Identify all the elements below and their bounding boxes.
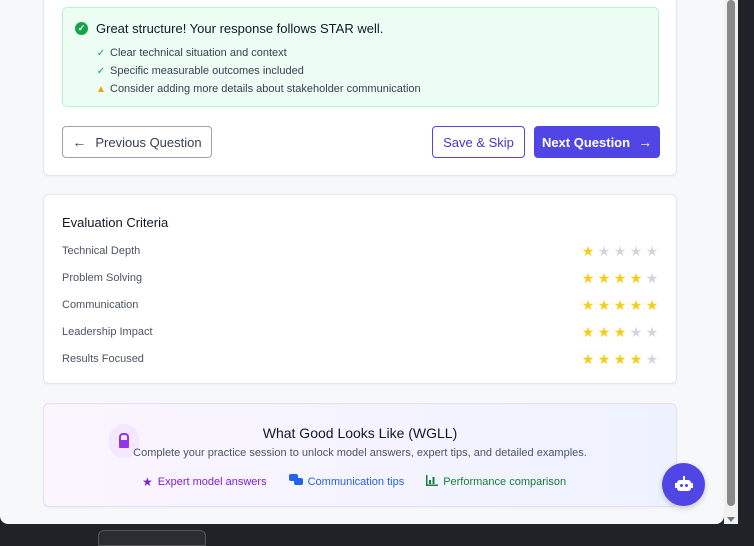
- criteria-label: Results Focused: [62, 353, 144, 365]
- feedback-item: ✓ Specific measurable outcomes included: [95, 62, 421, 80]
- evaluation-title: Evaluation Criteria: [62, 215, 169, 230]
- criteria-row: Communication ★ ★ ★ ★ ★: [62, 297, 660, 313]
- criteria-row: Leadership Impact ★ ★ ★ ★ ★: [62, 324, 660, 340]
- star-rating: ★ ★ ★ ★ ★: [580, 297, 660, 313]
- star-icon: ★: [645, 270, 659, 286]
- star-icon: ★: [613, 324, 627, 340]
- next-question-button[interactable]: Next Question →: [534, 126, 660, 158]
- star-icon: ★: [629, 270, 643, 286]
- feedback-card: ✓ Great structure! Your response follows…: [43, 0, 677, 176]
- criteria-row: Results Focused ★ ★ ★ ★ ★: [62, 351, 660, 367]
- feedback-panel: ✓ Great structure! Your response follows…: [62, 7, 659, 107]
- robot-icon: [674, 475, 693, 492]
- criteria-label: Communication: [62, 299, 139, 311]
- criteria-label: Leadership Impact: [62, 326, 153, 338]
- feedback-item-text: Consider adding more details about stake…: [110, 83, 421, 95]
- star-icon: ★: [645, 351, 659, 367]
- check-circle-icon: ✓: [75, 22, 88, 35]
- feedback-item: ▲ Consider adding more details about sta…: [95, 80, 421, 98]
- star-icon: ★: [613, 297, 627, 313]
- criteria-label: Problem Solving: [62, 272, 143, 284]
- feature-performance-comparison: Performance comparison: [426, 474, 566, 489]
- star-icon: ★: [581, 297, 595, 313]
- feedback-item: ✓ Clear technical situation and context: [95, 44, 421, 62]
- star-icon: ★: [645, 297, 659, 313]
- vertical-scrollbar[interactable]: [724, 0, 738, 524]
- feedback-item-text: Clear technical situation and context: [110, 47, 287, 59]
- feature-expert-answers: ★ Expert model answers: [142, 474, 267, 489]
- criteria-label: Technical Depth: [62, 245, 141, 257]
- star-icon: ★: [645, 324, 659, 340]
- star-icon: ★: [629, 324, 643, 340]
- previous-question-button[interactable]: ← Previous Question: [62, 126, 212, 158]
- feature-label: Performance comparison: [443, 475, 567, 488]
- evaluation-card: Evaluation Criteria Technical Depth ★ ★ ★ ★ ★…: [43, 194, 677, 384]
- star-icon: ★: [613, 351, 627, 367]
- scroll-down-arrow-icon[interactable]: [727, 517, 735, 522]
- feedback-title: Great structure! Your response follows S…: [96, 21, 384, 36]
- criteria-row: Technical Depth ★ ★ ★ ★ ★: [62, 243, 660, 259]
- page: ✓ Great structure! Your response follows…: [0, 0, 724, 524]
- star-icon: ★: [613, 270, 627, 286]
- feedback-header: ✓ Great structure! Your response follows…: [75, 21, 383, 36]
- arrow-left-icon: ←: [72, 134, 87, 150]
- star-icon: ★: [645, 243, 659, 259]
- star-icon: ★: [629, 243, 643, 259]
- star-icon: ★: [613, 243, 627, 259]
- arrow-right-icon: →: [638, 134, 653, 150]
- chat-bubbles-icon: [288, 474, 303, 489]
- bar-chart-icon: [426, 474, 439, 489]
- wgll-card: What Good Looks Like (WGLL) Complete you…: [43, 403, 677, 507]
- warning-icon: ▲: [96, 83, 106, 95]
- check-icon: ✓: [96, 47, 106, 59]
- feature-communication-tips: Communication tips: [288, 474, 405, 489]
- star-icon: ★: [581, 270, 595, 286]
- star-icon: ★: [581, 324, 595, 340]
- star-icon: ★: [597, 243, 611, 259]
- star-icon: ★: [629, 297, 643, 313]
- star-rating: ★ ★ ★ ★ ★: [580, 270, 660, 286]
- save-skip-label: Save & Skip: [443, 134, 514, 150]
- wgll-description: Complete your practice session to unlock…: [133, 447, 587, 459]
- star-icon: ★: [597, 297, 611, 313]
- wgll-features: ★ Expert model answers Communication tip…: [142, 474, 588, 489]
- check-icon: ✓: [96, 65, 106, 77]
- feature-label: Communication tips: [307, 475, 405, 488]
- star-icon: ★: [581, 351, 595, 367]
- feedback-item-text: Specific measurable outcomes included: [110, 65, 304, 77]
- feature-label: Expert model answers: [157, 475, 267, 488]
- feedback-list: ✓ Clear technical situation and context …: [95, 44, 421, 98]
- previous-question-label: Previous Question: [95, 134, 202, 150]
- star-icon: ★: [597, 270, 611, 286]
- scrollbar-thumb[interactable]: [727, 0, 735, 506]
- star-icon: ★: [142, 474, 153, 489]
- chatbot-button[interactable]: [662, 463, 705, 506]
- star-icon: ★: [597, 324, 611, 340]
- star-icon: ★: [581, 243, 595, 259]
- next-question-label: Next Question: [541, 134, 631, 150]
- save-skip-button[interactable]: Save & Skip: [432, 126, 525, 158]
- star-rating: ★ ★ ★ ★ ★: [580, 324, 660, 340]
- star-rating: ★ ★ ★ ★ ★: [580, 243, 660, 259]
- star-icon: ★: [629, 351, 643, 367]
- bottom-tab[interactable]: [98, 530, 206, 546]
- star-rating: ★ ★ ★ ★ ★: [580, 351, 660, 367]
- wgll-title: What Good Looks Like (WGLL): [262, 425, 458, 441]
- star-icon: ★: [597, 351, 611, 367]
- criteria-row: Problem Solving ★ ★ ★ ★ ★: [62, 270, 660, 286]
